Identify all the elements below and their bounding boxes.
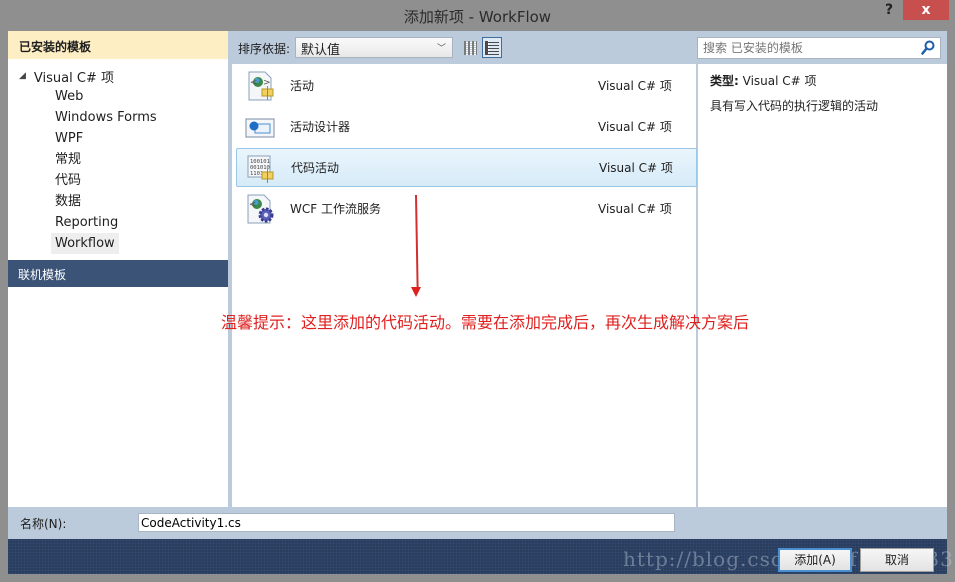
tree-node-label: Visual C# 项 xyxy=(33,70,114,86)
search-installed-templates[interactable] xyxy=(697,37,941,59)
tree-item-code[interactable]: 代码 xyxy=(51,170,85,191)
tree-item-data[interactable]: 数据 xyxy=(51,191,85,212)
list-view-icon xyxy=(485,40,499,55)
sort-by-dropdown[interactable]: 默认值 ﹀ xyxy=(295,37,453,58)
template-name: 活动设计器 xyxy=(290,120,351,134)
list-view-button[interactable] xyxy=(482,37,502,58)
small-icons-view-icon xyxy=(463,40,477,55)
tree-item-web[interactable]: Web xyxy=(51,86,87,107)
close-icon: x xyxy=(921,2,931,18)
title-bar[interactable]: 添加新项 - WorkFlow ? x xyxy=(0,0,955,30)
tree-node-visual-csharp[interactable]: ◢ Visual C# 项 xyxy=(19,67,114,86)
template-type: Visual C# 项 xyxy=(599,161,673,175)
window-title: 添加新项 - WorkFlow xyxy=(403,8,552,26)
help-button[interactable]: ? xyxy=(880,2,898,22)
template-details-panel: 类型: Visual C# 项 具有写入代码的执行逻辑的活动 xyxy=(698,64,947,507)
template-row-code-activity[interactable]: 100101 001010 1101 代码活动 Visual C# 项 xyxy=(236,148,697,187)
chevron-down-icon: ﹀ xyxy=(436,44,446,54)
svg-text:<: < xyxy=(249,200,257,210)
dialog-body: 已安装的模板 ◢ Visual C# 项 Web Windows Forms W… xyxy=(8,31,947,539)
svg-text:>: > xyxy=(263,78,271,88)
cancel-button[interactable]: 取消 xyxy=(860,548,934,572)
add-button[interactable]: 添加(A) xyxy=(778,548,852,572)
tree-item-general[interactable]: 常规 xyxy=(51,149,85,170)
template-row-activity-designer[interactable]: 活动设计器 Visual C# 项 xyxy=(236,107,697,146)
sort-toolbar: 排序依据: 默认值 ﹀ xyxy=(230,31,696,64)
tree-item-reporting[interactable]: Reporting xyxy=(51,212,122,233)
sort-by-value: 默认值 xyxy=(301,43,341,58)
wcf-workflow-service-icon: < xyxy=(247,194,274,224)
activity-designer-icon xyxy=(245,118,275,138)
installed-templates-header[interactable]: 已安装的模板 xyxy=(8,31,228,59)
name-input[interactable] xyxy=(138,513,675,532)
dialog-footer: http://blog.csdn.net/f120103314 添加(A) 取消 xyxy=(8,539,955,574)
template-row-activity[interactable]: < > 活动 Visual C# 项 xyxy=(236,66,697,105)
template-type: Visual C# 项 xyxy=(598,202,672,216)
type-value: Visual C# 项 xyxy=(742,74,817,88)
svg-text:<: < xyxy=(250,78,258,88)
sort-by-label: 排序依据: xyxy=(238,42,291,56)
template-row-wcf-workflow-service[interactable]: < WCF 工作流服务 Visual C# 项 xyxy=(236,189,697,228)
template-type: Visual C# 项 xyxy=(598,79,672,93)
code-activity-icon: 100101 001010 1101 xyxy=(247,155,274,183)
template-description: 具有写入代码的执行逻辑的活动 xyxy=(710,99,879,113)
template-list: < > 活动 Visual C# 项 活动设计器 Visual C# 项 100… xyxy=(232,64,697,507)
online-templates-header[interactable]: 联机模板 xyxy=(8,260,228,287)
template-name: 活动 xyxy=(290,79,315,93)
add-new-item-dialog: 添加新项 - WorkFlow ? x 已安装的模板 ◢ Visual C# 项… xyxy=(0,0,955,582)
template-type-info: 类型: Visual C# 项 xyxy=(710,72,817,89)
template-category-panel: 已安装的模板 ◢ Visual C# 项 Web Windows Forms W… xyxy=(8,31,228,507)
close-button[interactable]: x xyxy=(903,0,949,20)
tree-item-wpf[interactable]: WPF xyxy=(51,128,87,149)
svg-text:1101: 1101 xyxy=(250,171,263,177)
small-icons-view-button[interactable] xyxy=(460,37,480,58)
expand-triangle-icon[interactable]: ◢ xyxy=(19,71,26,81)
tree-item-windows-forms[interactable]: Windows Forms xyxy=(51,107,161,128)
activity-icon: < > xyxy=(248,71,274,101)
search-icon[interactable] xyxy=(921,40,935,56)
template-name: 代码活动 xyxy=(291,161,340,175)
tree-item-workflow[interactable]: Workflow xyxy=(51,233,119,254)
template-type: Visual C# 项 xyxy=(598,120,672,134)
annotation-tip-text: 温馨提示：这里添加的代码活动。需要在添加完成后，再次生成解决方案后 xyxy=(221,313,750,332)
type-label: 类型: xyxy=(710,74,739,88)
name-label: 名称(N): xyxy=(20,517,67,531)
search-input[interactable] xyxy=(698,38,908,58)
annotation-arrow-head-icon xyxy=(411,287,421,297)
template-name: WCF 工作流服务 xyxy=(290,202,381,216)
